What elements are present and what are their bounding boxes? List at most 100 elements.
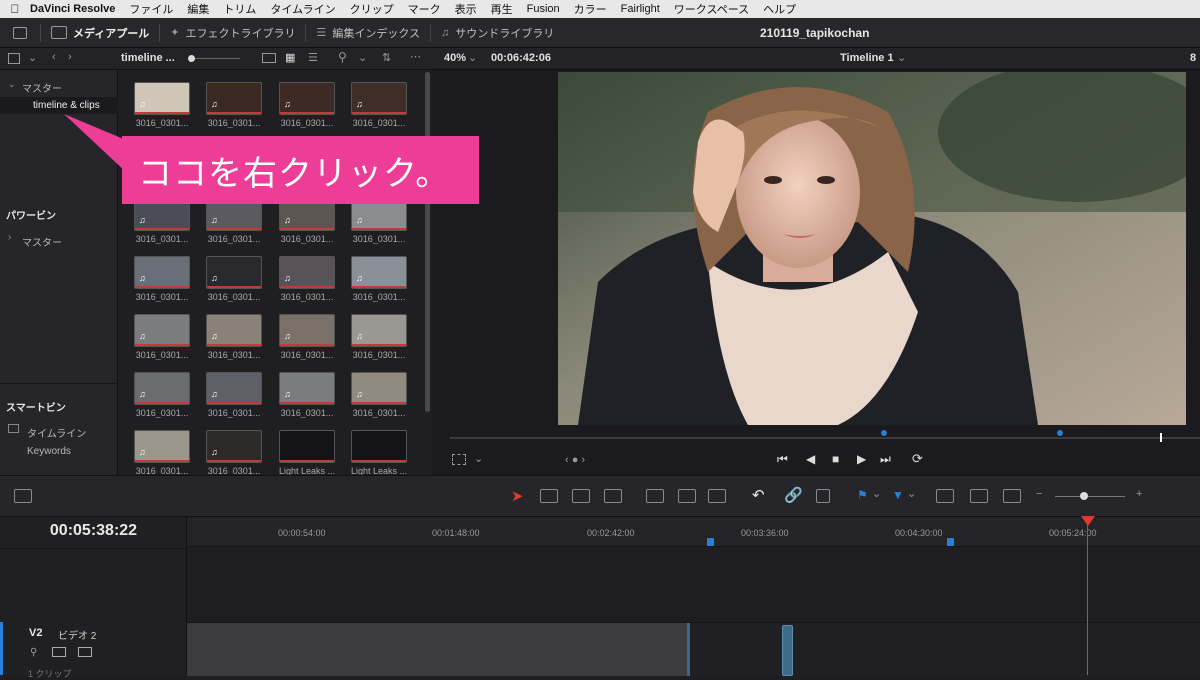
- list-view-icon[interactable]: ☰: [308, 51, 318, 64]
- chevron-down-icon[interactable]: ⌄: [897, 51, 906, 64]
- media-clip[interactable]: ♫ 3016_0301...: [351, 256, 407, 302]
- menu-clip[interactable]: クリップ: [350, 1, 394, 17]
- zoom-level[interactable]: 40%: [444, 52, 466, 64]
- sort-icon[interactable]: ⇅: [382, 51, 391, 64]
- tab-media-pool[interactable]: メディアプール: [41, 18, 159, 48]
- chevron-down-icon[interactable]: ⌄: [28, 51, 37, 64]
- apple-icon[interactable]: : [0, 2, 30, 16]
- app-menu[interactable]: DaVinci Resolve: [30, 3, 115, 15]
- timeline-name[interactable]: Timeline 1: [840, 52, 894, 64]
- play-icon[interactable]: ▶: [857, 452, 866, 466]
- menu-fusion[interactable]: Fusion: [527, 3, 560, 15]
- power-bin-master[interactable]: マスター: [22, 234, 62, 249]
- menu-workspace[interactable]: ワークスペース: [674, 1, 749, 17]
- timeline-marker[interactable]: [947, 538, 954, 546]
- media-clip[interactable]: ♫ 3016_0301...: [279, 372, 335, 418]
- media-clip[interactable]: ♫ 3016_0301...: [206, 256, 262, 302]
- timeline-view-options-icon[interactable]: [14, 489, 32, 503]
- menu-edit[interactable]: 編集: [187, 1, 209, 17]
- media-clip[interactable]: Light Leaks ...: [351, 430, 407, 476]
- back-arrow-icon[interactable]: ‹: [52, 51, 56, 63]
- thumb-size-slider[interactable]: [190, 58, 240, 59]
- media-clip[interactable]: ♫ 3016_0301...: [134, 430, 190, 476]
- menu-mark[interactable]: マーク: [408, 1, 441, 17]
- marker-icon[interactable]: [881, 430, 887, 436]
- media-clip[interactable]: ♫ 3016_0301...: [351, 314, 407, 360]
- viewer-scrubber[interactable]: [450, 437, 1200, 439]
- stop-icon[interactable]: ■: [832, 452, 839, 466]
- media-clip[interactable]: ♫ 3016_0301...: [206, 372, 262, 418]
- marker-tool-icon[interactable]: ▼: [892, 488, 904, 502]
- menu-color[interactable]: カラー: [574, 1, 607, 17]
- tab-sound-library[interactable]: ♫ サウンドライブラリ: [431, 18, 564, 48]
- dynamic-trim-icon[interactable]: [572, 489, 590, 503]
- media-clip[interactable]: ♫ 3016_0301...: [134, 82, 190, 128]
- media-clip[interactable]: ♫ 3016_0301...: [279, 198, 335, 244]
- chevron-down-icon[interactable]: ⌄: [468, 51, 477, 64]
- smart-bin-keywords[interactable]: Keywords: [27, 446, 71, 457]
- auto-select-icon[interactable]: [52, 647, 66, 657]
- chevron-down-icon[interactable]: ⌄: [872, 487, 881, 500]
- skip-to-start-icon[interactable]: ⏮: [777, 452, 788, 467]
- timeline-clip[interactable]: [782, 625, 793, 676]
- media-clip[interactable]: ♫ 3016_0301...: [134, 372, 190, 418]
- layout-toggle-button[interactable]: [0, 18, 40, 48]
- timeline-ruler[interactable]: 00:00:54:00 00:01:48:00 00:02:42:00 00:0…: [187, 517, 1200, 547]
- insert-clip-icon[interactable]: [646, 489, 664, 503]
- media-clip[interactable]: ♫ 3016_0301...: [206, 430, 262, 476]
- chevron-down-icon[interactable]: ⌄: [907, 487, 916, 500]
- thumbnail-view-icon[interactable]: ▦: [285, 51, 295, 64]
- media-clip[interactable]: ♫ 3016_0301...: [279, 256, 335, 302]
- search-icon[interactable]: ⚲: [338, 50, 347, 64]
- scrubber-playhead[interactable]: [1160, 433, 1162, 442]
- forward-arrow-icon[interactable]: ›: [68, 51, 72, 63]
- media-clip[interactable]: ♫ 3016_0301...: [134, 314, 190, 360]
- lock-icon[interactable]: ⚲: [30, 647, 37, 658]
- media-clip[interactable]: ♫ 3016_0301...: [351, 198, 407, 244]
- menu-playback[interactable]: 再生: [491, 1, 513, 17]
- timeline-marker[interactable]: [707, 538, 714, 546]
- skip-to-end-icon[interactable]: ⏭: [880, 452, 891, 467]
- zoom-out-icon[interactable]: −: [1036, 488, 1042, 500]
- media-clip[interactable]: ♫ 3016_0301...: [206, 82, 262, 128]
- zoom-slider-handle[interactable]: [1080, 492, 1088, 500]
- viewer-video-frame[interactable]: [558, 72, 1186, 425]
- playhead-handle[interactable]: [1081, 516, 1095, 526]
- menu-help[interactable]: ヘルプ: [763, 1, 796, 17]
- menu-timeline[interactable]: タイムライン: [270, 1, 335, 17]
- media-clip[interactable]: ♫ 3016_0301...: [134, 256, 190, 302]
- jog-control[interactable]: ‹ ● ›: [565, 454, 585, 466]
- chevron-down-icon[interactable]: ⌄: [474, 452, 483, 465]
- tab-edit-index[interactable]: ☰ 編集インデックス: [306, 18, 430, 48]
- marker-icon[interactable]: [1057, 430, 1063, 436]
- media-clip[interactable]: ♫ 3016_0301...: [134, 198, 190, 244]
- timeline-clip[interactable]: [187, 623, 687, 676]
- replace-clip-icon[interactable]: [708, 489, 726, 503]
- tab-effects-library[interactable]: ✦ エフェクトライブラリ: [160, 18, 305, 48]
- play-reverse-icon[interactable]: ◀: [806, 452, 815, 466]
- metadata-view-icon[interactable]: [262, 53, 276, 63]
- timeline-playhead[interactable]: [1087, 518, 1088, 675]
- zoom-in-icon[interactable]: +: [1136, 488, 1142, 500]
- slider-handle[interactable]: [188, 55, 195, 62]
- master-bin[interactable]: マスター: [22, 80, 62, 95]
- media-clip[interactable]: Light Leaks ...: [279, 430, 335, 476]
- chevron-down-icon[interactable]: ⌄: [8, 79, 16, 90]
- more-options-icon[interactable]: ⋯: [410, 50, 421, 63]
- custom-zoom-icon[interactable]: [1003, 489, 1021, 503]
- sidebar-toggle-icon[interactable]: [8, 53, 20, 64]
- trim-tool-icon[interactable]: [540, 489, 558, 503]
- media-clip[interactable]: ♫ 3016_0301...: [206, 198, 262, 244]
- media-pool-scrollbar[interactable]: [425, 72, 430, 412]
- snapping-icon[interactable]: ↶: [752, 486, 765, 504]
- clip-edge[interactable]: [687, 623, 690, 676]
- menu-trim[interactable]: トリム: [223, 1, 256, 17]
- chevron-down-icon[interactable]: ⌄: [358, 51, 367, 64]
- smart-bin-timeline[interactable]: タイムライン: [27, 425, 86, 440]
- selection-tool-icon[interactable]: ➤: [511, 487, 524, 505]
- media-clip[interactable]: ♫ 3016_0301...: [351, 82, 407, 128]
- transform-overlay-icon[interactable]: [452, 454, 466, 465]
- menu-fairlight[interactable]: Fairlight: [621, 3, 660, 15]
- blade-tool-icon[interactable]: [604, 489, 622, 503]
- media-clip[interactable]: ♫ 3016_0301...: [206, 314, 262, 360]
